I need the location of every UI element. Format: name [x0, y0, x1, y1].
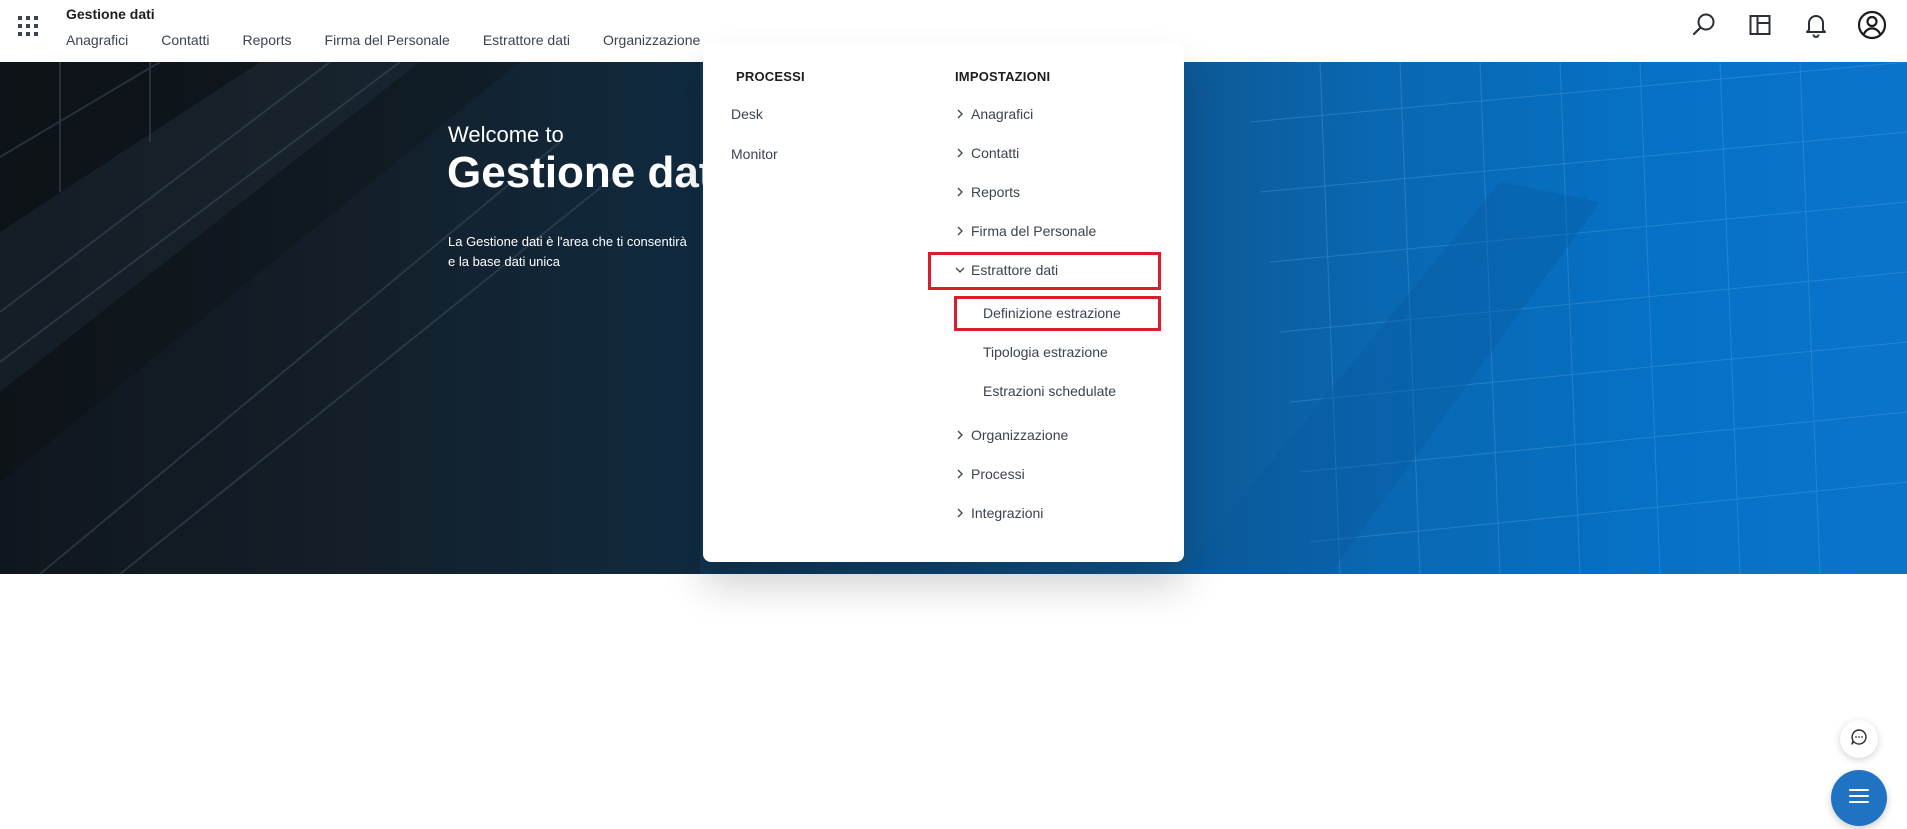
layout-panel-icon[interactable]	[1745, 10, 1775, 40]
nav-item-organizzazione[interactable]: Organizzazione	[603, 32, 700, 48]
nav-item-estrattore-dati[interactable]: Estrattore dati	[483, 32, 570, 48]
menu-item-monitor[interactable]: Monitor	[731, 146, 778, 162]
bell-icon[interactable]	[1801, 10, 1831, 40]
menu-item-desk[interactable]: Desk	[731, 106, 763, 122]
chevron-right-icon	[953, 428, 967, 442]
user-avatar-icon[interactable]	[1857, 10, 1887, 40]
settings-item-organizzazione[interactable]: Organizzazione	[953, 427, 1068, 443]
processi-heading: PROCESSI	[736, 69, 805, 84]
chevron-down-icon	[953, 263, 967, 277]
nav-item-anagrafici[interactable]: Anagrafici	[66, 32, 128, 48]
settings-item-processi[interactable]: Processi	[953, 466, 1025, 482]
chevron-right-icon	[953, 224, 967, 238]
settings-item-anagrafici[interactable]: Anagrafici	[953, 106, 1033, 122]
settings-item-integrazioni[interactable]: Integrazioni	[953, 505, 1043, 521]
hero-description: La Gestione dati è l'area che ti consent…	[448, 232, 710, 272]
app-title: Gestione dati	[66, 6, 155, 22]
nav-item-reports[interactable]: Reports	[243, 32, 292, 48]
settings-item-firma-del-personale[interactable]: Firma del Personale	[953, 223, 1096, 239]
apps-grid-icon[interactable]	[17, 15, 39, 37]
settings-item-label: Processi	[971, 466, 1025, 482]
hero-welcome-text: Welcome to	[448, 122, 564, 147]
submenu-item-tipologia-estrazione[interactable]: Tipologia estrazione	[983, 344, 1108, 360]
settings-item-label: Estrattore dati	[971, 262, 1059, 278]
chevron-right-icon	[953, 467, 967, 481]
submenu-item-estrazioni-schedulate[interactable]: Estrazioni schedulate	[983, 383, 1116, 399]
settings-item-label: Organizzazione	[971, 427, 1069, 443]
header-actions	[1689, 10, 1887, 40]
hamburger-menu-icon	[1849, 788, 1869, 809]
chevron-right-icon	[953, 185, 967, 199]
chat-bubble-button[interactable]	[1840, 720, 1878, 758]
dropdown-mega-menu: PROCESSI Desk Monitor IMPOSTAZIONI Anagr…	[703, 43, 1184, 562]
settings-item-label: Integrazioni	[971, 505, 1044, 521]
chevron-right-icon	[953, 107, 967, 121]
chevron-right-icon	[953, 506, 967, 520]
settings-item-contatti[interactable]: Contatti	[953, 145, 1019, 161]
main-menu-fab-button[interactable]	[1831, 770, 1887, 826]
settings-item-label: Contatti	[971, 145, 1020, 161]
hero-title: Gestione dati	[447, 148, 726, 197]
impostazioni-heading: IMPOSTAZIONI	[955, 69, 1051, 84]
submenu-item-definizione-estrazione[interactable]: Definizione estrazione	[983, 305, 1121, 321]
chat-bubble-icon	[1850, 728, 1868, 751]
settings-item-reports[interactable]: Reports	[953, 184, 1020, 200]
top-navigation: Anagrafici Contatti Reports Firma del Pe…	[66, 32, 700, 48]
nav-item-contatti[interactable]: Contatti	[161, 32, 209, 48]
hero-description-line-2: e la base dati unica	[448, 254, 561, 269]
settings-item-label: Reports	[971, 184, 1021, 200]
nav-item-firma-del-personale[interactable]: Firma del Personale	[325, 32, 450, 48]
settings-item-estrattore-dati[interactable]: Estrattore dati	[953, 262, 1058, 278]
settings-item-label: Firma del Personale	[971, 223, 1097, 239]
chevron-right-icon	[953, 146, 967, 160]
hero-description-line-1: La Gestione dati è l'area che ti consent…	[448, 234, 687, 249]
search-icon[interactable]	[1689, 10, 1719, 40]
settings-item-label: Anagrafici	[971, 106, 1034, 122]
